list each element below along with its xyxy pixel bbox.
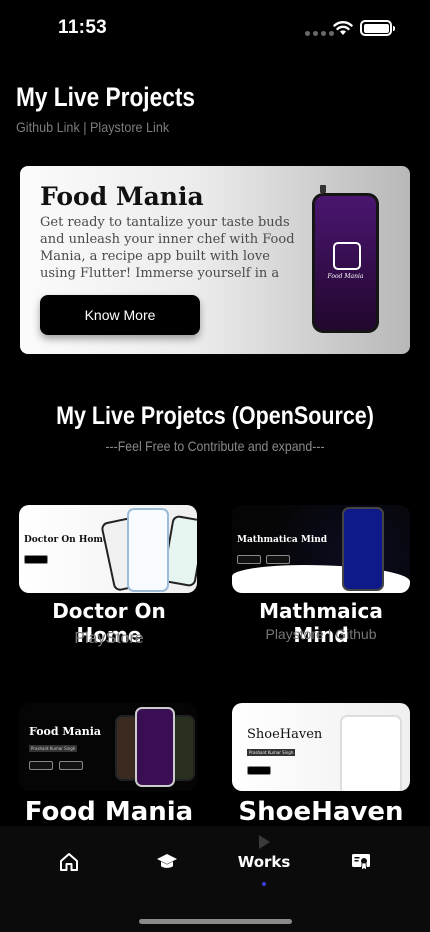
- opensource-title: My Live Projetcs (OpenSource): [56, 402, 374, 430]
- project-card-shoehaven[interactable]: ShoeHaven Prashant Kumar Singh ShoeHaven: [232, 703, 410, 828]
- featured-description: Get ready to tantalize your taste buds a…: [40, 215, 295, 281]
- nav-home[interactable]: [46, 826, 92, 898]
- status-bar: 11:53: [0, 0, 430, 56]
- phone-mockup: [135, 707, 175, 787]
- live-projects-links: Github Link | Playstore Link: [16, 119, 169, 135]
- thumb-title: Doctor On Home: [24, 535, 109, 545]
- project-card-mathmaica-mind[interactable]: Mathmatica Mind Mathmaica Mind Playstore…: [232, 505, 410, 655]
- recipe-app-icon: [333, 242, 361, 270]
- project-links[interactable]: PlayStore: [19, 630, 199, 648]
- featured-phone-mockup: Food Mania: [312, 193, 379, 333]
- featured-title: Food Mania: [40, 182, 204, 211]
- github-badge: [266, 555, 290, 564]
- project-name: Food Mania: [24, 797, 194, 827]
- play-icon: [259, 835, 270, 849]
- status-time: 11:53: [58, 17, 108, 38]
- home-indicator[interactable]: [139, 919, 292, 924]
- phone-brand-text: Food Mania: [327, 273, 364, 280]
- thumb-badge: Prashant Kumar Singh: [29, 745, 78, 752]
- project-thumbnail: ShoeHaven Prashant Kumar Singh: [232, 703, 410, 791]
- project-name: ShoeHaven: [238, 797, 404, 827]
- featured-project-card: Food Mania Get ready to tantalize your t…: [20, 166, 410, 354]
- project-links[interactable]: Playstore | Github: [232, 626, 410, 642]
- nav-education[interactable]: [144, 826, 190, 898]
- certificate-icon: [352, 854, 370, 871]
- google-play-badge: [237, 555, 261, 564]
- phone-mockup: [127, 508, 169, 592]
- project-card-food-mania[interactable]: Food Mania Prashant Kumar Singh Food Man…: [19, 703, 199, 828]
- know-more-button[interactable]: Know More: [40, 295, 200, 335]
- link-separator: |: [79, 119, 91, 135]
- bottom-nav: Works: [0, 826, 430, 932]
- graduation-cap-icon: [157, 854, 177, 868]
- wifi-icon: [333, 21, 353, 35]
- battery-icon: [360, 20, 395, 36]
- nav-certificates[interactable]: [338, 826, 384, 898]
- thumb-title: ShoeHaven: [247, 727, 323, 742]
- phone-mockup: [342, 507, 384, 591]
- camera-icon: [320, 185, 326, 193]
- live-projects-title: My Live Projects: [16, 82, 195, 112]
- nav-works-label: Works: [237, 853, 291, 871]
- opensource-subtitle: ---Feel Free to Contribute and expand---: [105, 438, 325, 454]
- google-play-badge: [247, 766, 271, 775]
- project-thumbnail: Doctor On Home: [19, 505, 197, 593]
- github-link[interactable]: Github Link: [16, 119, 80, 135]
- github-badge: [29, 761, 53, 770]
- thumb-title: Mathmatica Mind: [237, 535, 328, 545]
- signal-icon: [305, 31, 334, 36]
- home-icon: [60, 853, 78, 871]
- active-indicator: [262, 882, 266, 886]
- google-play-badge: [59, 761, 83, 770]
- project-thumbnail: Food Mania Prashant Kumar Singh: [19, 703, 197, 791]
- thumb-badge: Prashant Kumar Singh: [247, 749, 296, 756]
- project-thumbnail: Mathmatica Mind: [232, 505, 410, 593]
- google-play-badge: [24, 555, 48, 564]
- nav-works[interactable]: Works: [226, 826, 302, 898]
- thumb-title: Food Mania: [29, 725, 102, 738]
- phone-mockup: [340, 715, 402, 791]
- project-card-doctor-on-home[interactable]: Doctor On Home Doctor On Home PlayStore: [19, 505, 199, 655]
- playstore-link[interactable]: Playstore Link: [90, 119, 169, 135]
